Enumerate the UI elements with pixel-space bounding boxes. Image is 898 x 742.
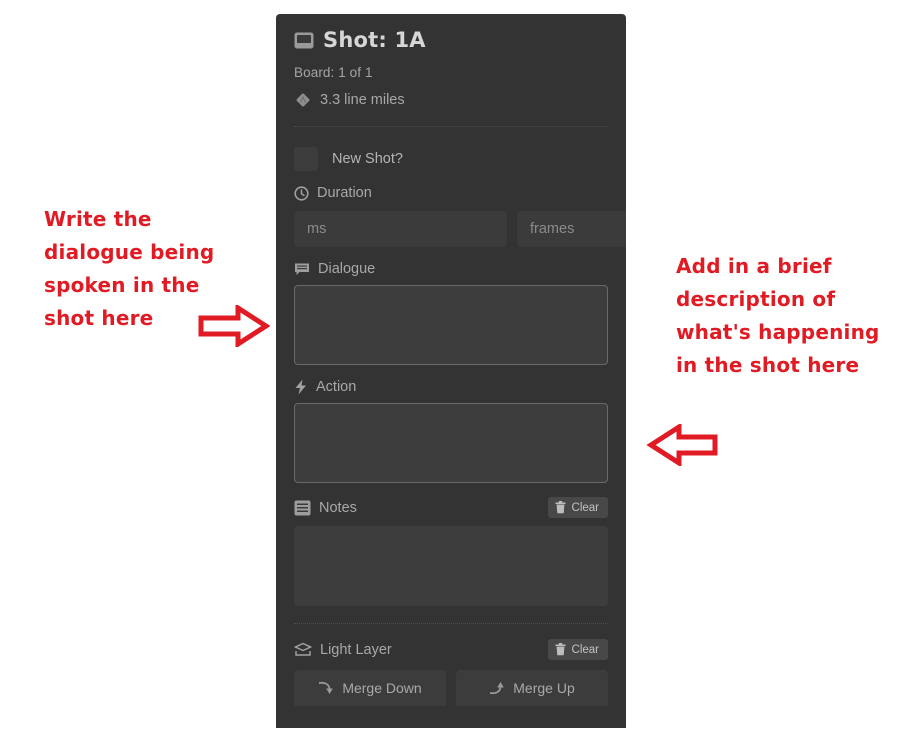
layer-icon	[294, 642, 312, 658]
new-shot-checkbox[interactable]	[294, 147, 318, 171]
notes-clear-label: Clear	[571, 501, 599, 514]
notes-clear-button[interactable]: Clear	[547, 497, 608, 518]
merge-up-label: Merge Up	[513, 680, 575, 696]
page-title: Shot: 1A	[323, 28, 426, 52]
merge-down-label: Merge Down	[342, 680, 422, 696]
duration-ms-input[interactable]	[294, 211, 507, 247]
light-layer-clear-button[interactable]: Clear	[547, 639, 608, 660]
clock-icon	[294, 185, 309, 201]
duration-label: Duration	[317, 185, 372, 201]
light-layer-clear-label: Clear	[571, 643, 599, 656]
merge-buttons-row: Merge Down Merge Up	[294, 670, 608, 706]
duration-inputs	[294, 211, 626, 247]
annotation-right-text: Add in a brief description of what's hap…	[676, 254, 880, 377]
action-label: Action	[316, 379, 357, 395]
action-label-row: Action	[294, 379, 608, 395]
trash-icon	[555, 501, 566, 514]
board-icon	[294, 32, 314, 49]
light-layer-label-left: Light Layer	[294, 642, 392, 658]
merge-down-button[interactable]: Merge Down	[294, 670, 446, 706]
diamond-icon	[294, 91, 312, 109]
notes-label-left: Notes	[294, 500, 357, 516]
lightning-bolt-icon	[294, 379, 308, 395]
dialogue-label: Dialogue	[318, 261, 376, 277]
shot-header: Shot: 1A	[294, 14, 608, 52]
new-shot-label: New Shot?	[332, 151, 403, 167]
speech-bubble-icon	[294, 262, 310, 277]
arrow-down-right-icon	[318, 681, 334, 695]
duration-frames-input[interactable]	[517, 211, 626, 247]
action-textarea[interactable]	[294, 403, 608, 483]
divider-header	[294, 126, 608, 128]
new-shot-row[interactable]: New Shot?	[294, 147, 608, 171]
list-icon	[294, 500, 311, 516]
dialogue-label-row: Dialogue	[294, 261, 608, 277]
line-miles-row: 3.3 line miles	[294, 91, 608, 109]
arrow-right-callout-icon	[198, 303, 271, 352]
notes-textarea[interactable]	[294, 526, 608, 606]
line-miles-value: 3.3 line miles	[320, 92, 405, 108]
light-layer-label: Light Layer	[320, 641, 392, 658]
light-layer-label-row: Light Layer Clear	[294, 639, 608, 660]
notes-label: Notes	[319, 499, 357, 516]
dialogue-textarea[interactable]	[294, 285, 608, 365]
notes-label-row: Notes Clear	[294, 497, 608, 518]
arrow-left-callout-icon	[645, 422, 721, 471]
divider-light-layer	[294, 623, 608, 625]
duration-label-row: Duration	[294, 185, 608, 201]
trash-icon	[555, 643, 566, 656]
board-count-label: Board: 1 of 1	[294, 65, 373, 80]
merge-up-button[interactable]: Merge Up	[456, 670, 608, 706]
arrow-up-right-icon	[489, 681, 505, 695]
shot-inspector-panel: Shot: 1A Board: 1 of 1 3.3 line miles Ne…	[276, 14, 626, 728]
